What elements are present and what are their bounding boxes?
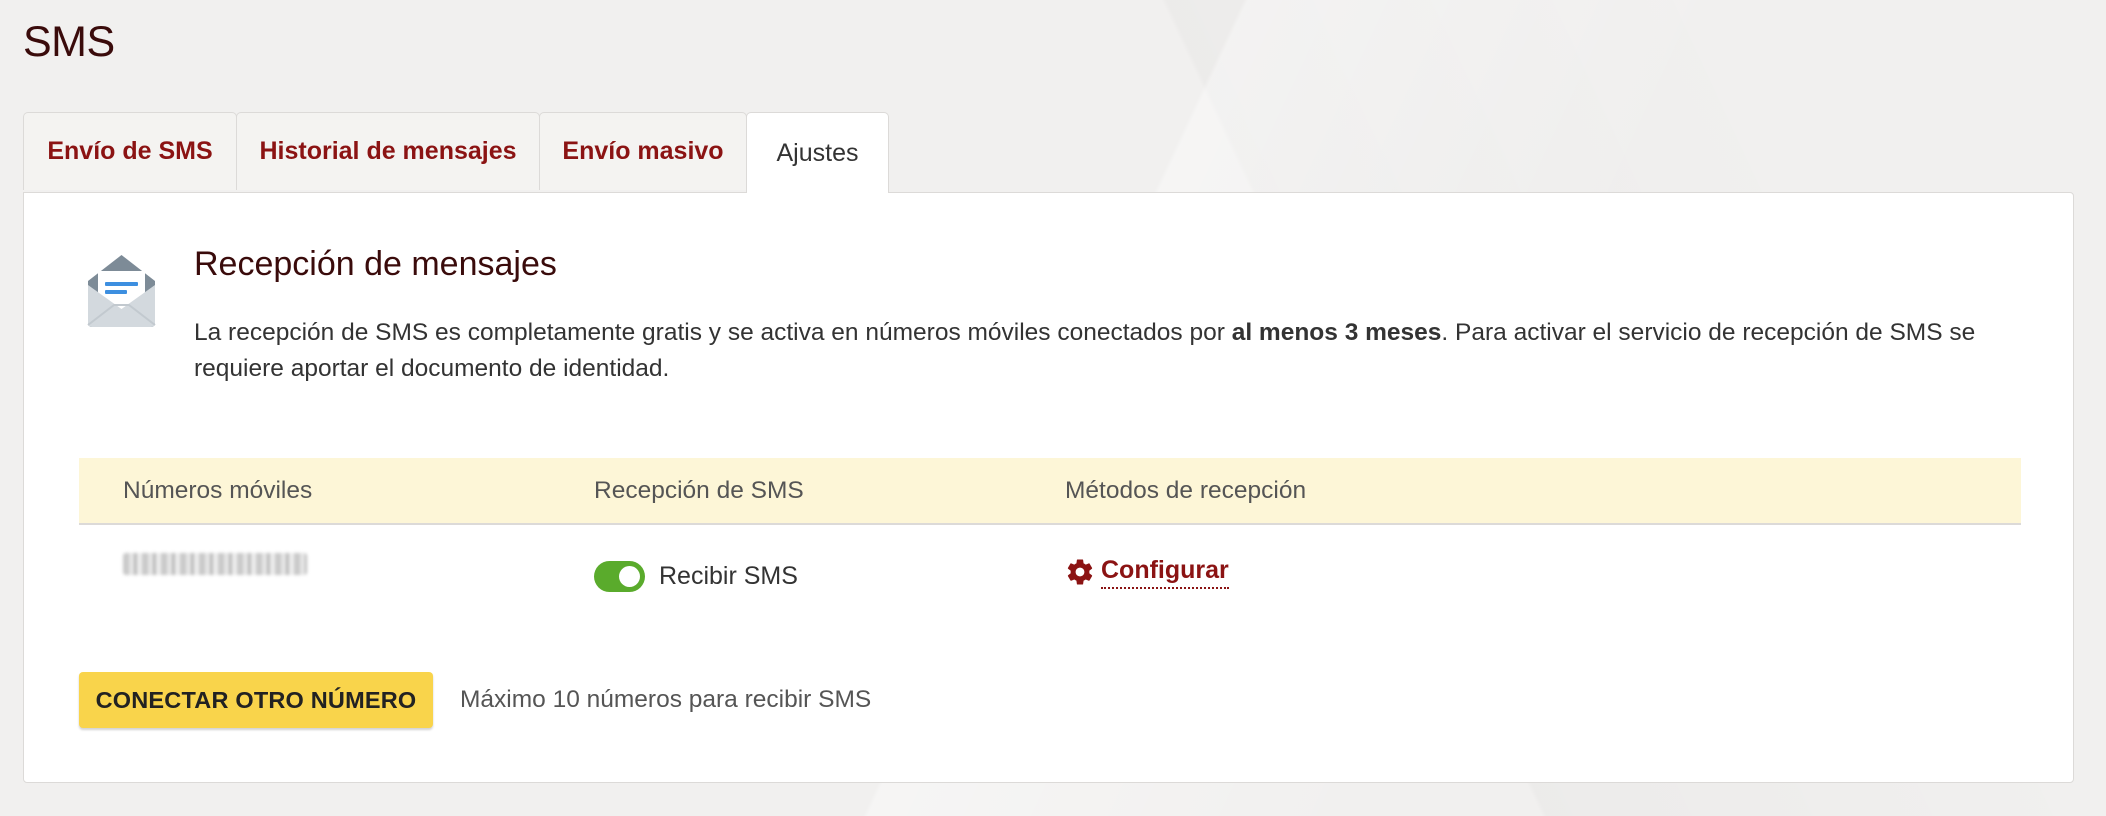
max-numbers-note: Máximo 10 números para recibir SMS	[460, 686, 872, 713]
configure-link[interactable]: Configurar	[1065, 555, 1229, 589]
tab-bar: Envío de SMS Historial de mensajes Envío…	[23, 112, 889, 193]
table-row: Recibir SMS Configurar	[79, 525, 2021, 621]
numbers-table-header: Números móviles Recepción de SMS Métodos…	[79, 458, 2021, 525]
tab-ajustes[interactable]: Ajustes	[746, 112, 889, 193]
description-highlight: al menos 3 meses	[1231, 319, 1442, 346]
tab-historial-mensajes[interactable]: Historial de mensajes	[236, 112, 540, 190]
description-text-start: La recepción de SMS es completamente gra…	[194, 319, 1232, 346]
header-metodos-recepcion: Métodos de recepción	[1065, 477, 1307, 504]
receive-sms-label: Recibir SMS	[659, 562, 798, 590]
page-title: SMS	[23, 18, 115, 66]
section-title: Recepción de mensajes	[194, 245, 557, 283]
settings-panel: Recepción de mensajes La recepción de SM…	[23, 192, 2074, 783]
connect-another-number-button[interactable]: CONECTAR OTRO NÚMERO	[79, 672, 433, 728]
envelope-open-icon	[87, 255, 156, 327]
tab-envio-sms[interactable]: Envío de SMS	[23, 112, 237, 190]
toggle-knob	[619, 566, 640, 587]
section-description: La recepción de SMS es completamente gra…	[194, 315, 2014, 387]
phone-number-redacted	[123, 553, 307, 575]
header-numeros-moviles: Números móviles	[123, 477, 313, 504]
header-recepcion-sms: Recepción de SMS	[594, 477, 804, 504]
configure-label: Configurar	[1101, 555, 1229, 589]
receive-sms-toggle[interactable]	[594, 561, 645, 592]
tab-envio-masivo[interactable]: Envío masivo	[539, 112, 747, 190]
gear-icon	[1067, 559, 1093, 585]
